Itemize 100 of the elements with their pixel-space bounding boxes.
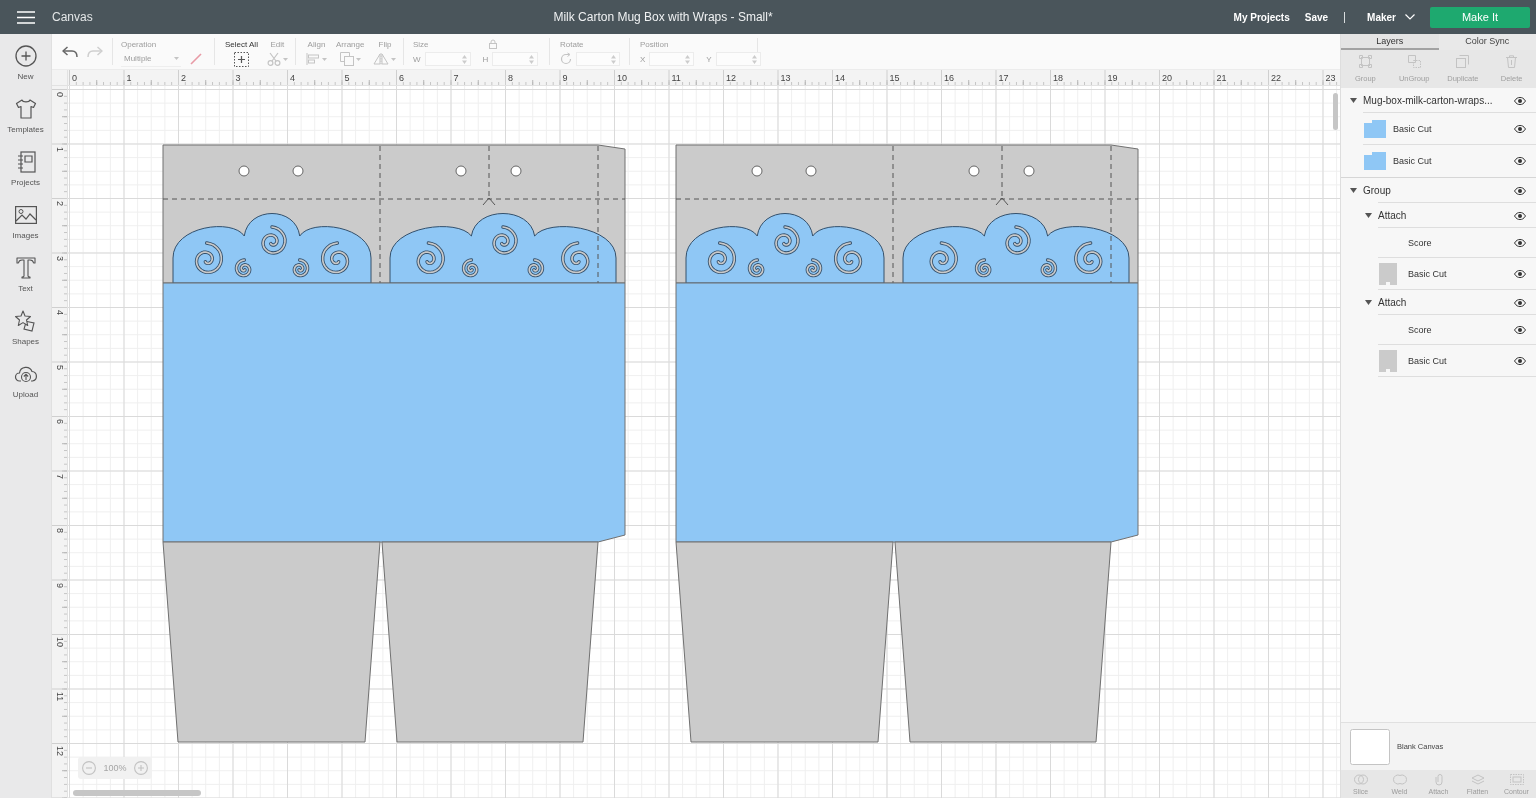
header-link[interactable]: Save: [1304, 11, 1329, 23]
ruler-number: 8: [508, 73, 513, 83]
duplicate-icon: [1456, 55, 1470, 68]
stacked-squares-icon: [339, 52, 354, 66]
eye-icon[interactable]: [1514, 357, 1526, 365]
stacked-layers-icon: [1470, 773, 1485, 785]
layer-name[interactable]: Mug-box-milk-carton-wraps...: [1363, 95, 1493, 106]
eye-icon[interactable]: [1514, 96, 1526, 105]
document-title: Milk Carton Mug Box with Wraps - Small*: [552, 10, 774, 24]
layer-name[interactable]: Basic Cut: [1393, 124, 1432, 134]
stepper-icon: [529, 54, 535, 64]
layer-name[interactable]: Score: [1408, 238, 1432, 248]
panel-tab[interactable]: Layers: [1341, 34, 1439, 50]
caret-icon[interactable]: [1365, 300, 1372, 305]
ruler-number: 1: [55, 146, 65, 152]
eye-icon[interactable]: [1514, 326, 1526, 334]
ruler-number: 22: [1271, 73, 1281, 83]
ruler-number: 6: [55, 419, 65, 424]
trash-icon: [1505, 55, 1519, 68]
scrollbar-thumb[interactable]: [73, 790, 201, 796]
dashed-square-plus-icon: [233, 51, 249, 67]
undo-icon[interactable]: [62, 45, 78, 58]
menu-icon[interactable]: [17, 10, 35, 24]
chevron-down-icon: [1405, 14, 1415, 20]
field-label: H: [482, 54, 489, 64]
punch-hole: [805, 165, 817, 177]
sidebar-button[interactable]: New: [0, 45, 51, 98]
stepper-icon: [751, 54, 757, 64]
ungroup-icon: [1407, 55, 1421, 68]
caret-icon[interactable]: [1350, 98, 1357, 103]
ruler-number: 5: [55, 364, 65, 370]
ruler-number: 14: [835, 73, 845, 83]
ruler-number: 18: [1053, 73, 1063, 83]
t-shirt-icon: [14, 99, 37, 119]
layer-name[interactable]: Attach: [1378, 297, 1407, 308]
machine-dropdown[interactable]: Maker: [1367, 11, 1415, 23]
zoom-level: 100%: [103, 763, 127, 773]
ruler-number: 8: [55, 528, 65, 533]
punch-hole: [1023, 165, 1035, 177]
caret-icon[interactable]: [1365, 213, 1372, 218]
eye-icon[interactable]: [1514, 239, 1526, 247]
ruler-number: 21: [1216, 73, 1227, 83]
app-name: Canvas: [52, 10, 93, 24]
punch-hole: [455, 165, 467, 177]
ruler-number: 19: [1107, 73, 1118, 83]
layer-name[interactable]: Score: [1408, 325, 1432, 335]
eye-icon[interactable]: [1514, 270, 1526, 278]
layer-name[interactable]: Basic Cut: [1408, 269, 1447, 279]
layer-name[interactable]: Basic Cut: [1408, 356, 1447, 366]
ruler-number: 9: [562, 73, 568, 83]
sidebar-button[interactable]: Upload: [0, 363, 51, 416]
layer-name[interactable]: Group: [1363, 185, 1391, 196]
ruler-number: 7: [453, 73, 459, 83]
star-shape-icon: [14, 310, 37, 332]
mirror-triangles-icon: [373, 53, 390, 65]
ruler-number: 11: [671, 73, 681, 83]
group-icon: [1358, 55, 1372, 68]
caret-icon: [282, 57, 288, 61]
ruler-number: 0: [72, 73, 77, 83]
eye-icon[interactable]: [1514, 298, 1526, 307]
eye-icon[interactable]: [1514, 211, 1526, 220]
ruler-number: 7: [55, 473, 65, 479]
caret-icon[interactable]: [1350, 188, 1357, 193]
sidebar-button[interactable]: Text: [0, 257, 51, 310]
ruler-number: 3: [235, 73, 241, 83]
ruler-number: 20: [1162, 73, 1172, 83]
eye-icon[interactable]: [1514, 186, 1526, 195]
ruler-number: 0: [55, 92, 65, 97]
notebook-icon: [15, 151, 36, 173]
panel-tab[interactable]: Color Sync: [1438, 34, 1536, 50]
ruler-number: 9: [55, 582, 65, 588]
ruler-number: 10: [55, 637, 65, 647]
letter-t-icon: [15, 257, 36, 279]
merged-circles-icon: [1392, 773, 1407, 785]
align-left-icon: [306, 53, 320, 65]
caret-icon: [174, 57, 179, 60]
scrollbar-thumb[interactable]: [1333, 93, 1338, 130]
stepper-icon: [685, 54, 691, 64]
ruler-number: 4: [55, 310, 65, 315]
eye-icon[interactable]: [1514, 157, 1526, 165]
stepper-icon: [611, 54, 616, 64]
header-link[interactable]: My Projects: [1233, 11, 1290, 23]
sidebar-button[interactable]: Projects: [0, 151, 51, 204]
swatch-icon[interactable]: [190, 53, 202, 65]
ruler-number: 11: [55, 691, 65, 701]
layer-name[interactable]: Basic Cut: [1393, 156, 1432, 166]
ruler-number: 2: [55, 201, 65, 206]
sidebar-button[interactable]: Templates: [0, 98, 51, 151]
layer-name[interactable]: Attach: [1378, 210, 1407, 221]
eye-icon[interactable]: [1514, 125, 1526, 133]
square-thumbnail-icon[interactable]: [1350, 728, 1390, 765]
sidebar-button[interactable]: Shapes: [0, 310, 51, 363]
caret-icon: [322, 57, 327, 61]
stepper-icon: [461, 54, 467, 64]
sidebar-button[interactable]: Images: [0, 204, 51, 257]
field-label: X: [640, 54, 646, 64]
caret-icon: [355, 57, 361, 61]
punch-hole: [968, 165, 980, 177]
toolbar-button[interactable]: Select All: [225, 39, 258, 68]
image-icon: [14, 206, 37, 224]
